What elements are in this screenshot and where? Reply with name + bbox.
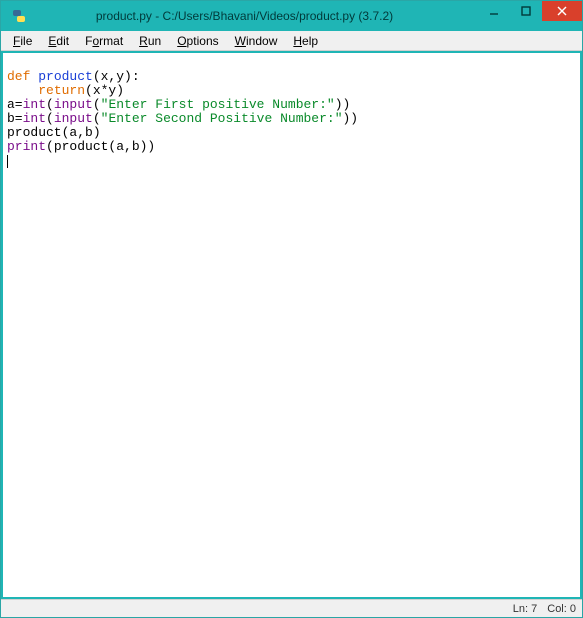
menu-file[interactable]: File: [7, 33, 38, 49]
window-controls: [478, 1, 582, 23]
text-cursor: [7, 155, 8, 168]
function-name: product: [38, 69, 93, 84]
keyword-return: return: [38, 83, 85, 98]
menu-format[interactable]: Format: [79, 33, 129, 49]
code-editor[interactable]: def product(x,y): return(x*y) a=int(inpu…: [1, 51, 582, 599]
builtin-print: print: [7, 139, 46, 154]
python-icon: [7, 4, 31, 28]
string-literal: "Enter First positive Number:": [101, 97, 335, 112]
statusbar: Ln: 7 Col: 0: [1, 599, 582, 617]
builtin-input: input: [54, 97, 93, 112]
string-literal: "Enter Second Positive Number:": [101, 111, 343, 126]
status-line: Ln: 7: [513, 603, 537, 615]
menubar: File Edit Format Run Options Window Help: [1, 31, 582, 51]
menu-options[interactable]: Options: [171, 33, 224, 49]
minimize-button[interactable]: [478, 1, 510, 21]
menu-edit[interactable]: Edit: [42, 33, 75, 49]
maximize-button[interactable]: [510, 1, 542, 21]
close-button[interactable]: [542, 1, 582, 21]
menu-window[interactable]: Window: [229, 33, 284, 49]
window-title: product.py - C:/Users/Bhavani/Videos/pro…: [31, 9, 478, 23]
builtin-int: int: [23, 111, 46, 126]
menu-help[interactable]: Help: [287, 33, 324, 49]
status-col: Col: 0: [547, 603, 576, 615]
titlebar: product.py - C:/Users/Bhavani/Videos/pro…: [1, 1, 582, 31]
keyword-def: def: [7, 69, 38, 84]
builtin-input: input: [54, 111, 93, 126]
code-content: def product(x,y): return(x*y) a=int(inpu…: [3, 53, 580, 171]
menu-run[interactable]: Run: [133, 33, 167, 49]
builtin-int: int: [23, 97, 46, 112]
